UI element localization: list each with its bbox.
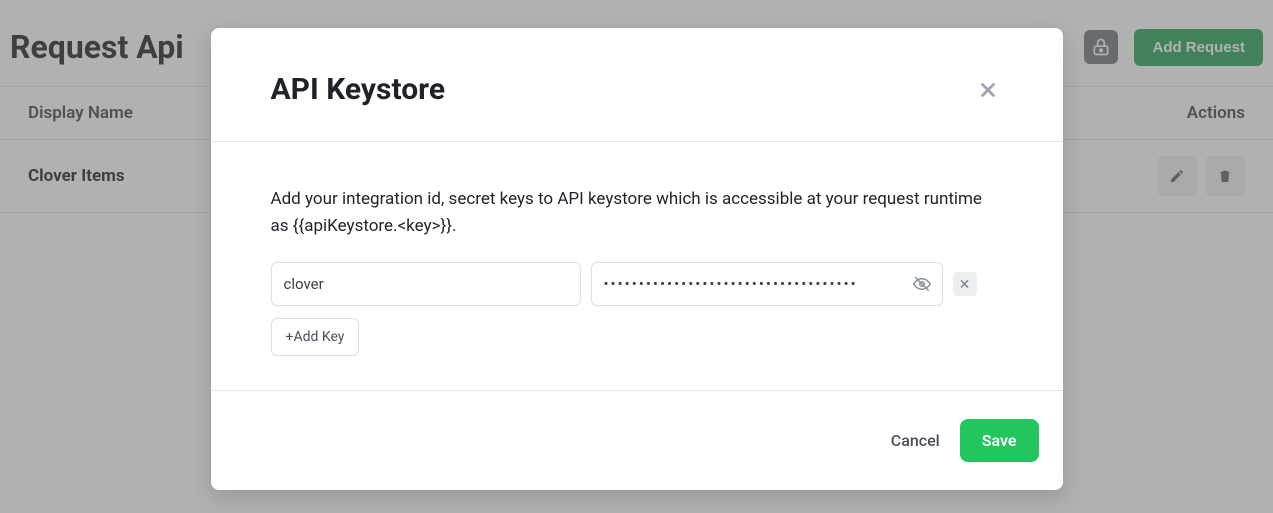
eye-off-icon	[913, 275, 931, 293]
modal-header: API Keystore	[211, 28, 1063, 142]
close-icon	[977, 79, 999, 101]
cancel-button[interactable]: Cancel	[891, 431, 940, 450]
key-row: ✕	[271, 262, 1003, 306]
toggle-visibility-button[interactable]	[911, 273, 933, 295]
key-value-input[interactable]	[591, 262, 943, 306]
key-name-input[interactable]	[271, 262, 581, 306]
key-value-wrapper	[591, 262, 943, 306]
modal-description: Add your integration id, secret keys to …	[271, 186, 1003, 240]
api-keystore-modal: API Keystore Add your integration id, se…	[211, 28, 1063, 490]
add-key-button[interactable]: +Add Key	[271, 318, 360, 356]
modal-body: Add your integration id, secret keys to …	[211, 142, 1063, 390]
modal-title: API Keystore	[271, 72, 446, 107]
save-button[interactable]: Save	[960, 419, 1039, 462]
delete-key-button[interactable]: ✕	[953, 272, 977, 296]
close-button[interactable]	[973, 75, 1003, 105]
modal-footer: Cancel Save	[211, 390, 1063, 490]
x-icon: ✕	[959, 276, 971, 293]
